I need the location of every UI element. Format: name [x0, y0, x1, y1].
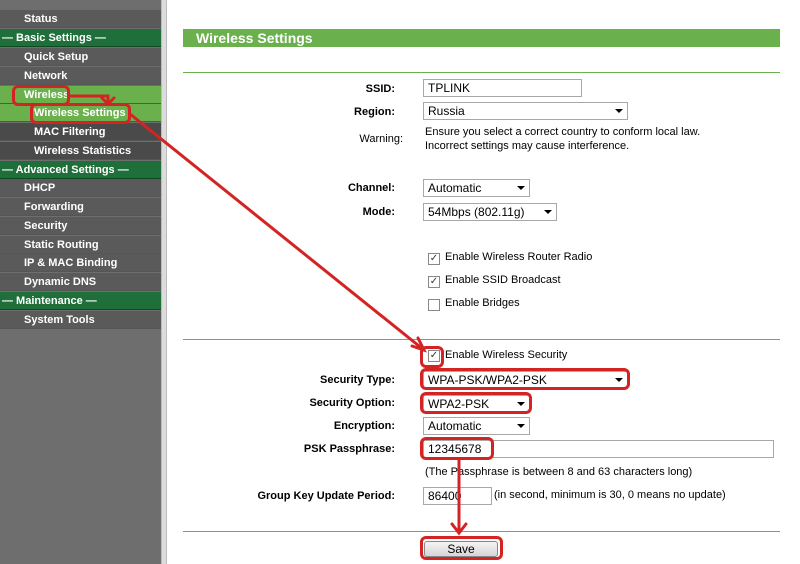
sidebar-item-security[interactable]: Security [0, 217, 161, 235]
enable-ssid-broadcast-label: Enable SSID Broadcast [445, 274, 561, 286]
divider [183, 531, 780, 532]
sidebar-item-quick-setup[interactable]: Quick Setup [0, 48, 161, 66]
sidebar-item-static-routing[interactable]: Static Routing [0, 236, 161, 254]
group-key-label: Group Key Update Period: [257, 490, 395, 502]
region-label: Region: [354, 106, 395, 118]
divider [183, 72, 780, 73]
sidebar-section-advanced-settings[interactable]: — Advanced Settings — [0, 161, 161, 179]
sidebar-item-label: Dynamic DNS [24, 276, 97, 288]
sidebar-item-network[interactable]: Network [0, 67, 161, 85]
warning-text-line1: Ensure you select a correct country to c… [425, 126, 701, 138]
sidebar-item-forwarding[interactable]: Forwarding [0, 198, 161, 216]
chevron-down-icon [517, 424, 525, 428]
encryption-select-value: Automatic [428, 419, 482, 433]
annotation-ring-psk [420, 437, 494, 460]
annotation-ring-enable-security [420, 346, 444, 368]
sidebar-item-status[interactable]: Status [0, 10, 161, 28]
sidebar-item-label: System Tools [24, 314, 95, 326]
chevron-down-icon [517, 186, 525, 190]
chevron-down-icon [544, 210, 552, 214]
warning-text-line2: Incorrect settings may cause interferenc… [425, 140, 630, 152]
sidebar-item-mac-filtering[interactable]: MAC Filtering [0, 123, 161, 141]
sidebar-item-label: Network [24, 70, 68, 82]
main-content: Wireless Settings SSID: TPLINK Region: R… [167, 0, 800, 564]
channel-select-value: Automatic [428, 181, 482, 195]
ssid-input[interactable]: TPLINK [423, 79, 582, 97]
enable-bridges-checkbox[interactable] [428, 299, 440, 311]
psk-hint: (The Passphrase is between 8 and 63 char… [425, 466, 693, 478]
sidebar-item-ip-mac-binding[interactable]: IP & MAC Binding [0, 254, 161, 272]
encryption-select[interactable]: Automatic [423, 417, 530, 435]
security-option-label: Security Option: [309, 397, 395, 409]
enable-ssid-broadcast-checkbox[interactable]: ✓ [428, 276, 440, 288]
channel-label: Channel: [347, 182, 395, 194]
sidebar-section-basic-settings[interactable]: — Basic Settings — [0, 29, 161, 47]
encryption-label: Encryption: [333, 420, 395, 432]
warning-label: Warning: [359, 133, 403, 145]
page-title: Wireless Settings [183, 29, 780, 47]
mode-select[interactable]: 54Mbps (802.11g) [423, 203, 557, 221]
sidebar-item-label: — Basic Settings — [2, 32, 106, 44]
annotation-ring-save [420, 536, 503, 560]
enable-bridges-label: Enable Bridges [445, 297, 520, 309]
enable-radio-checkbox[interactable]: ✓ [428, 253, 440, 265]
sidebar-item-label: Security [24, 220, 68, 232]
sidebar-item-label: Quick Setup [24, 51, 89, 63]
channel-select[interactable]: Automatic [423, 179, 530, 197]
annotation-ring-wireless-settings [30, 103, 131, 124]
region-select-value: Russia [428, 104, 465, 118]
enable-security-label: Enable Wireless Security [445, 349, 568, 361]
sidebar-item-label: Static Routing [24, 239, 99, 251]
psk-label: PSK Passphrase: [303, 443, 395, 455]
group-key-hint: (in second, minimum is 30, 0 means no up… [494, 489, 726, 501]
mode-label: Mode: [362, 206, 395, 218]
sidebar-item-label: Wireless Statistics [34, 145, 132, 157]
sidebar-item-label: Status [24, 13, 58, 25]
chevron-down-icon [615, 109, 623, 113]
sidebar-item-label: DHCP [24, 182, 56, 194]
sidebar-item-label: IP & MAC Binding [24, 257, 118, 269]
region-select[interactable]: Russia [423, 102, 628, 120]
divider [183, 339, 780, 340]
sidebar-item-wireless-statistics[interactable]: Wireless Statistics [0, 142, 161, 160]
sidebar-section-maintenance[interactable]: — Maintenance — [0, 292, 161, 310]
mode-select-value: 54Mbps (802.11g) [428, 205, 525, 219]
ssid-label: SSID: [365, 83, 395, 95]
sidebar-item-label: Forwarding [24, 201, 84, 213]
annotation-ring-security-option [420, 392, 532, 414]
sidebar-item-label: MAC Filtering [34, 126, 106, 138]
security-type-label: Security Type: [320, 374, 395, 386]
sidebar-item-system-tools[interactable]: System Tools [0, 311, 161, 329]
sidebar-item-dhcp[interactable]: DHCP [0, 179, 161, 197]
sidebar-item-dynamic-dns[interactable]: Dynamic DNS [0, 273, 161, 291]
annotation-ring-security-type [420, 368, 630, 390]
sidebar-item-label: — Advanced Settings — [2, 164, 129, 176]
enable-radio-label: Enable Wireless Router Radio [445, 251, 593, 263]
sidebar-item-label: — Maintenance — [2, 295, 97, 307]
group-key-input[interactable]: 86400 [423, 487, 492, 505]
